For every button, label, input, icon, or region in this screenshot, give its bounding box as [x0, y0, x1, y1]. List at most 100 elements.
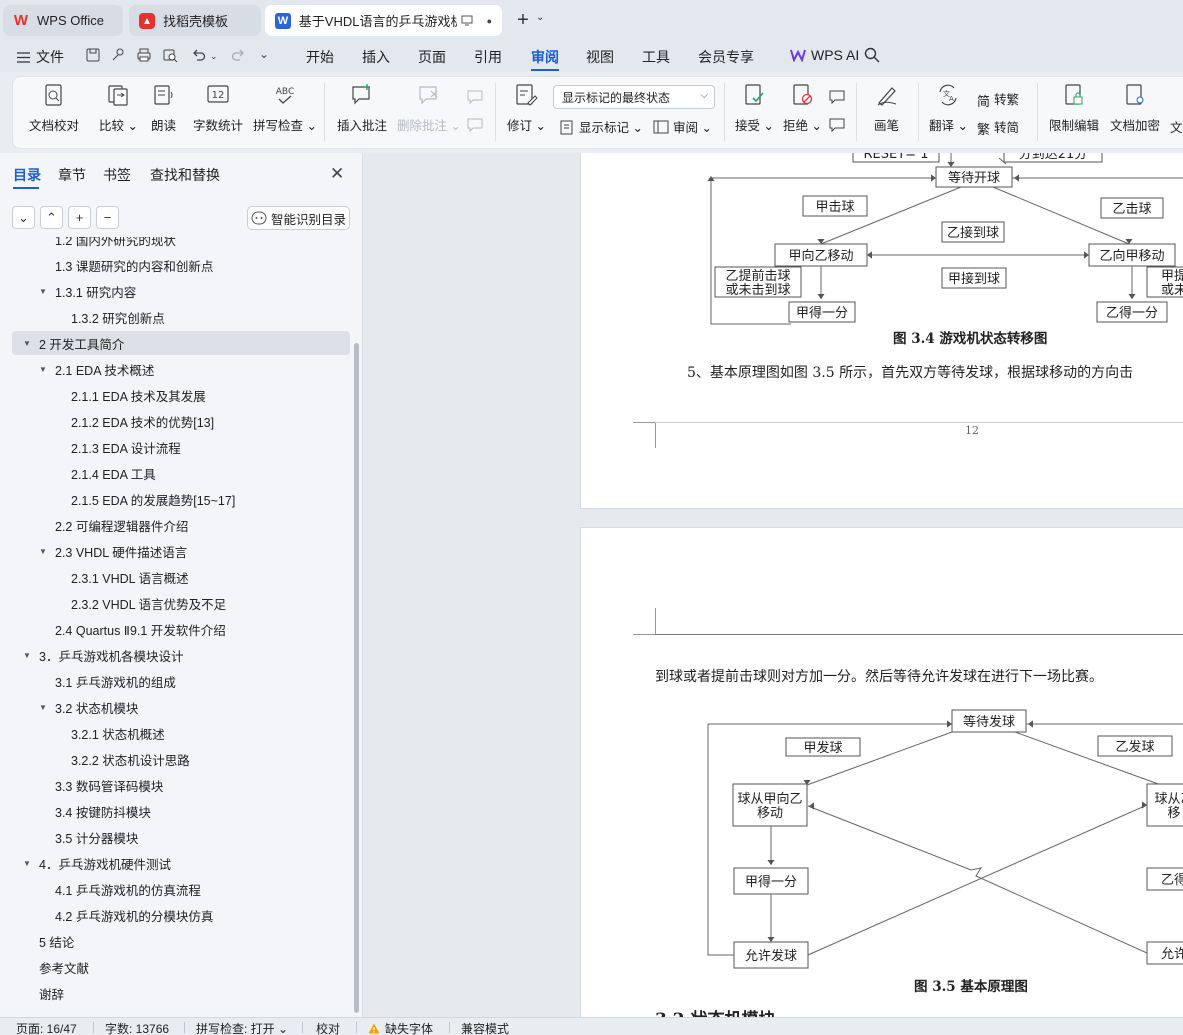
expand-arrow-icon[interactable]: ▼ — [23, 339, 31, 348]
spell-check-status[interactable]: 拼写检查: 打开 ⌄ — [196, 1020, 288, 1035]
toc-item[interactable]: 5 结论 — [12, 929, 350, 953]
remove-heading-button[interactable]: − — [96, 206, 119, 229]
toc-item[interactable]: 3.1 乒乓游戏机的组成 — [12, 669, 350, 693]
toc-item-label: 2.1.3 EDA 设计流程 — [71, 441, 181, 456]
undo-icon[interactable] — [191, 47, 207, 63]
menu-tools[interactable]: 工具 — [642, 47, 670, 67]
compare-button[interactable]: 比较 ⌄ — [99, 83, 138, 134]
toc-item[interactable]: 3.3 数码管译码模块 — [12, 773, 350, 797]
toc-item[interactable]: 1.3 课题研究的内容和创新点 — [12, 253, 350, 277]
smart-toc-button[interactable]: 智能识别目录 — [247, 206, 350, 230]
toc-item[interactable]: ▼ 3.2 状态机模块 — [12, 695, 350, 719]
expand-arrow-icon[interactable]: ▼ — [39, 365, 47, 374]
print-preview-icon[interactable] — [162, 47, 178, 63]
toc-item[interactable]: 2.1.2 EDA 技术的优势[13] — [12, 409, 350, 433]
search-icon[interactable] — [864, 47, 880, 63]
toc-item[interactable]: 3.2.1 状态机概述 — [12, 721, 350, 745]
toc-item[interactable]: ▼ 3．乒乓游戏机各模块设计 — [12, 643, 350, 667]
tab-list-dropdown-icon[interactable]: ⌄ — [536, 12, 544, 23]
new-tab-button[interactable]: + — [512, 9, 534, 32]
toc-item[interactable]: 3.4 按键防抖模块 — [12, 799, 350, 823]
menu-review[interactable]: 审阅 — [531, 47, 559, 67]
toc-scrollbar[interactable] — [354, 343, 359, 1013]
expand-arrow-icon[interactable]: ▼ — [23, 651, 31, 660]
show-markup-button[interactable]: 显示标记 ⌄ — [559, 117, 643, 136]
toc-item[interactable]: 2.2 可编程逻辑器件介绍 — [12, 513, 350, 537]
tab-bookmarks[interactable]: 书签 — [103, 165, 131, 185]
tab-toc[interactable]: 目录 — [13, 165, 41, 185]
more-quick-actions-icon[interactable]: ⌄ — [259, 47, 275, 63]
expand-arrow-icon[interactable]: ▼ — [39, 703, 47, 712]
expand-arrow-icon[interactable]: ▼ — [23, 859, 31, 868]
menu-insert[interactable]: 插入 — [362, 47, 390, 67]
reject-button[interactable]: 拒绝 ⌄ — [783, 83, 822, 134]
menu-reference[interactable]: 引用 — [474, 47, 502, 67]
translate-button[interactable]: 文A 翻译 ⌄ — [929, 83, 968, 134]
tab-document[interactable]: W 基于VHDL语言的乒乓游戏机毕 ● — [265, 5, 502, 36]
page-indicator[interactable]: 页面: 16/47 — [16, 1020, 77, 1035]
missing-font-status[interactable]: 缺失字体 — [368, 1020, 433, 1035]
close-tab-icon[interactable]: ● — [487, 16, 492, 26]
toc-item[interactable]: ▼ 2.3 VHDL 硬件描述语言 — [12, 539, 350, 563]
toc-item[interactable]: 4.2 乒乓游戏机的分模块仿真 — [12, 903, 350, 927]
proofread-status[interactable]: 校对 — [316, 1020, 340, 1035]
toc-item[interactable]: 1.3.2 研究创新点 — [12, 305, 350, 329]
undo-dropdown-icon[interactable]: ⌄ — [210, 51, 226, 67]
menu-view[interactable]: 视图 — [586, 47, 614, 67]
more-ribbon-button[interactable]: 文 — [1170, 117, 1183, 136]
encrypt-button[interactable]: 文档加密 — [1110, 83, 1160, 134]
tab-chapters[interactable]: 章节 — [58, 165, 86, 185]
revise-button[interactable]: 修订 ⌄ — [507, 83, 546, 134]
markup-state-select[interactable]: 显示标记的最终状态 ⌵ — [553, 85, 715, 109]
file-menu[interactable]: 文件 — [17, 47, 64, 67]
toc-item[interactable]: ▼ 4．乒乓游戏机硬件测试 — [12, 851, 350, 875]
smart-toc-icon — [251, 211, 267, 225]
add-heading-button[interactable]: + — [68, 206, 91, 229]
prev-change-icon[interactable] — [828, 89, 846, 105]
toc-item[interactable]: 3.2.2 状态机设计思路 — [12, 747, 350, 771]
menu-start[interactable]: 开始 — [306, 47, 334, 67]
menu-page[interactable]: 页面 — [418, 47, 446, 67]
toc-item[interactable]: 2.3.2 VHDL 语言优势及不足 — [12, 591, 350, 615]
word-count-status[interactable]: 字数: 13766 — [105, 1020, 169, 1035]
toc-item[interactable]: 2.4 Quartus Ⅱ9.1 开发软件介绍 — [12, 617, 350, 641]
toc-item[interactable]: 2.1.1 EDA 技术及其发展 — [12, 383, 350, 407]
toc-item[interactable]: 2.1.4 EDA 工具 — [12, 461, 350, 485]
accept-button[interactable]: 接受 ⌄ — [735, 83, 774, 134]
toc-item[interactable]: ▼ 2 开发工具简介 — [12, 331, 350, 355]
toc-item[interactable]: 参考文献 — [12, 955, 350, 979]
spell-check-button[interactable]: ABC 拼写检查 ⌄ — [253, 83, 317, 134]
toc-item[interactable]: 2.1.5 EDA 的发展趋势[15~17] — [12, 487, 350, 511]
toc-item[interactable]: ▼ 1.3.1 研究内容 — [12, 279, 350, 303]
expand-arrow-icon[interactable]: ▼ — [39, 287, 47, 296]
tab-find-replace[interactable]: 查找和替换 — [150, 165, 220, 185]
to-traditional-button[interactable]: 简 转繁 — [977, 89, 1019, 109]
toc-item[interactable]: 4.1 乒乓游戏机的仿真流程 — [12, 877, 350, 901]
toc-item[interactable]: 谢辞 — [12, 981, 350, 1005]
to-simplified-button[interactable]: 繁 转简 — [977, 117, 1019, 137]
toc-item[interactable]: 2.3.1 VHDL 语言概述 — [12, 565, 350, 589]
pen-button[interactable]: 画笔 — [874, 83, 899, 134]
proofread-button[interactable]: 文档校对 — [29, 83, 79, 134]
collapse-all-button[interactable]: ⌃ — [40, 206, 63, 229]
toc-item[interactable]: ▼ 2.1 EDA 技术概述 — [12, 357, 350, 381]
print-icon[interactable] — [136, 47, 152, 63]
tab-wps-office[interactable]: W WPS Office — [3, 5, 123, 36]
toc-item[interactable]: 1.2 国内外研究的现状 — [12, 237, 350, 251]
expand-arrow-icon[interactable]: ▼ — [39, 547, 47, 556]
close-panel-icon[interactable]: ✕ — [330, 164, 344, 184]
save-icon[interactable] — [85, 47, 101, 63]
insert-comment-button[interactable]: 插入批注 — [337, 83, 387, 134]
toc-item[interactable]: 3.5 计分器模块 — [12, 825, 350, 849]
share-icon[interactable] — [110, 47, 126, 63]
wps-ai-button[interactable]: WPS AI — [790, 47, 859, 63]
read-aloud-button[interactable]: 朗读 — [151, 83, 176, 134]
restrict-edit-button[interactable]: 限制编辑 — [1049, 83, 1099, 134]
menu-member[interactable]: 会员专享 — [698, 47, 754, 67]
word-count-button[interactable]: 12 字数统计 — [193, 83, 243, 134]
toc-item[interactable]: 2.1.3 EDA 设计流程 — [12, 435, 350, 459]
review-pane-button[interactable]: 审阅 ⌄ — [653, 117, 712, 136]
next-change-icon[interactable] — [828, 117, 846, 133]
expand-all-button[interactable]: ⌄ — [12, 206, 35, 229]
tab-templates[interactable]: 找稻壳模板 — [129, 5, 261, 36]
